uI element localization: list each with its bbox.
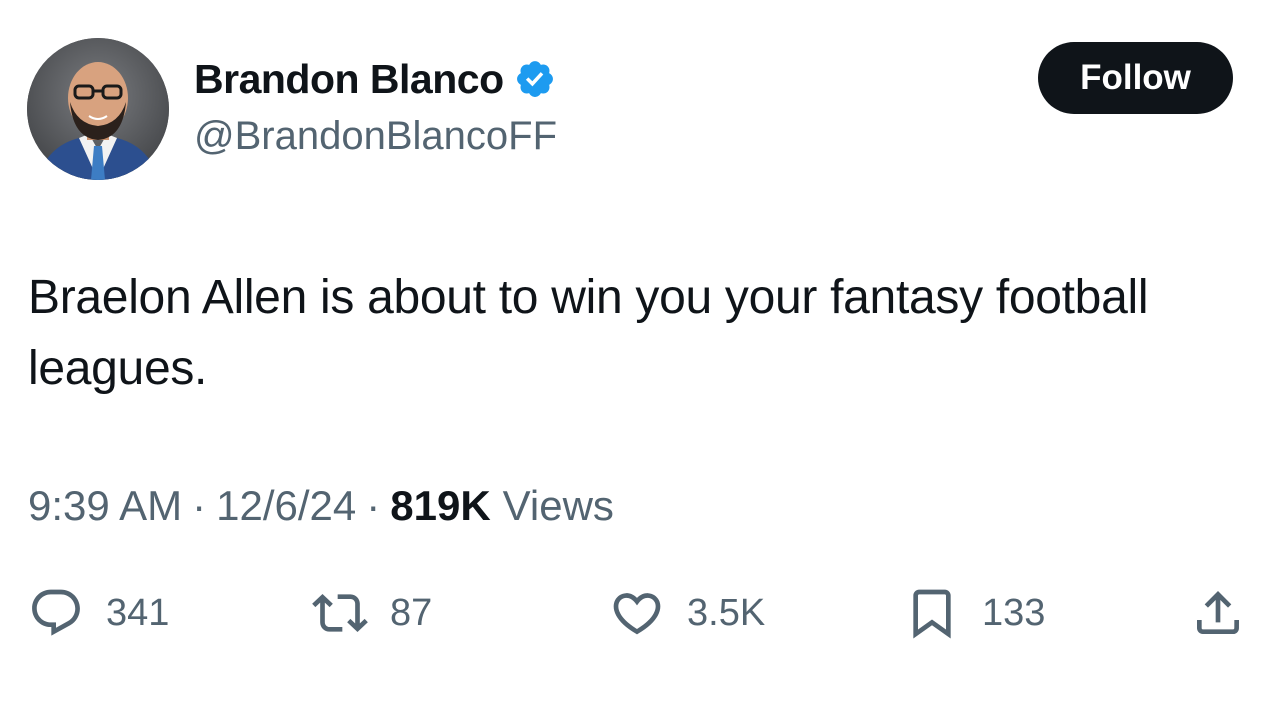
retweet-button[interactable]: 87 — [312, 586, 432, 640]
views-count: 819K — [390, 482, 491, 529]
reply-icon — [32, 589, 80, 636]
share-button[interactable] — [1190, 586, 1246, 640]
heart-icon — [613, 593, 661, 635]
bookmark-button[interactable]: 133 — [904, 586, 1045, 640]
like-button[interactable]: 3.5K — [609, 586, 765, 640]
tweet-card: Brandon Blanco @BrandonBlancoFF Follow B… — [0, 0, 1284, 709]
share-icon — [1197, 591, 1239, 634]
author-display-name[interactable]: Brandon Blanco — [194, 56, 504, 103]
bookmark-icon — [913, 589, 951, 639]
author-handle[interactable]: @BrandonBlancoFF — [194, 114, 557, 159]
avatar[interactable] — [27, 38, 169, 180]
tweet-text: Braelon Allen is about to win you your f… — [28, 271, 1149, 395]
reply-button[interactable]: 341 — [28, 586, 169, 640]
tweet-time[interactable]: 9:39 AM — [28, 482, 182, 530]
reply-count: 341 — [106, 591, 170, 634]
verified-badge-icon[interactable] — [514, 58, 556, 100]
tweet-date[interactable]: 12/6/24 — [216, 482, 356, 530]
views-label: Views — [502, 482, 614, 529]
avatar-image — [27, 38, 169, 180]
author-name-row: Brandon Blanco — [194, 52, 556, 106]
tweet-meta: 9:39 AM · 12/6/24 · 819K Views — [28, 482, 614, 530]
retweet-icon — [312, 594, 368, 632]
like-count: 3.5K — [687, 591, 766, 634]
retweet-count: 87 — [390, 591, 433, 634]
meta-separator: · — [192, 482, 207, 529]
meta-separator: · — [366, 482, 381, 529]
bookmark-count: 133 — [982, 591, 1046, 634]
follow-button[interactable]: Follow — [1038, 42, 1233, 114]
